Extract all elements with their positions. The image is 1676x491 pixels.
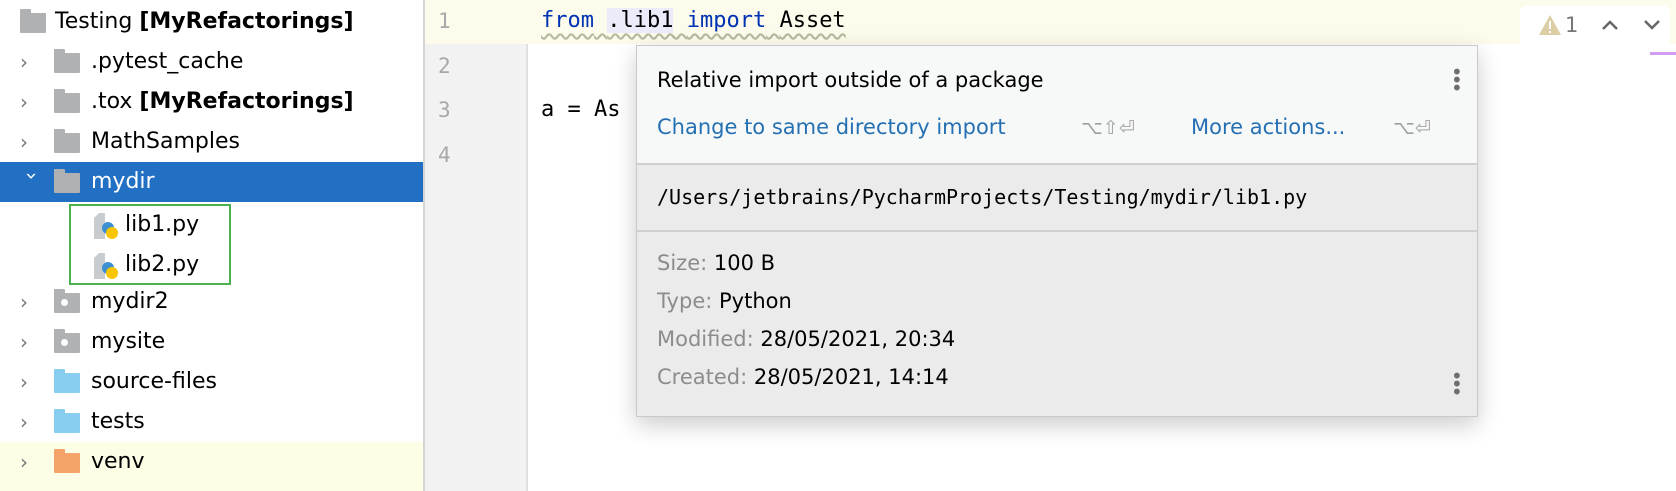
code-line-3[interactable]: a = As xyxy=(541,97,620,122)
chevron-right-icon[interactable]: › xyxy=(20,282,40,322)
chevron-right-icon[interactable]: › xyxy=(20,362,40,402)
tree-item-tox[interactable]: › .tox [MyRefactorings] xyxy=(0,82,423,122)
chevron-right-icon[interactable]: › xyxy=(20,42,40,82)
next-problem-icon[interactable] xyxy=(1642,18,1662,32)
tree-item-label: tests xyxy=(91,409,145,434)
more-options-icon[interactable]: • • • xyxy=(1451,62,1463,98)
tree-item-suffix: [MyRefactorings] xyxy=(139,89,354,114)
previous-problem-icon[interactable] xyxy=(1600,18,1620,32)
line-number: 2 xyxy=(438,54,451,78)
tree-item-tests[interactable]: › tests xyxy=(0,402,423,442)
tree-item-mydir[interactable]: › mydir xyxy=(0,162,423,202)
inspection-popup: Relative import outside of a package • • •… xyxy=(636,45,1478,417)
tree-item-mathsamples[interactable]: › MathSamples xyxy=(0,122,423,162)
chevron-right-icon[interactable]: › xyxy=(20,122,40,162)
tree-item-pytest-cache[interactable]: › .pytest_cache xyxy=(0,42,423,82)
tree-item-label: MathSamples xyxy=(91,129,240,154)
tree-item-label: .pytest_cache xyxy=(91,49,244,74)
quick-fix-shortcut: ⌥⇧⏎ xyxy=(1081,117,1135,139)
package-folder-icon xyxy=(54,329,80,353)
tree-item-label: source-files xyxy=(91,369,217,394)
source-folder-icon xyxy=(54,369,80,393)
chevron-down-icon[interactable]: › xyxy=(12,172,52,192)
tree-item-venv[interactable]: › venv xyxy=(0,442,423,491)
tree-item-source-files[interactable]: › source-files xyxy=(0,362,423,402)
problems-count: 1 xyxy=(1565,13,1579,37)
chevron-right-icon[interactable]: › xyxy=(20,322,40,362)
highlight-box xyxy=(69,204,231,285)
folder-icon xyxy=(54,129,80,153)
tree-item-label: venv xyxy=(91,449,145,474)
more-actions-shortcut: ⌥⏎ xyxy=(1393,117,1431,139)
chevron-right-icon[interactable]: › xyxy=(20,82,40,122)
type-row: Type: Python xyxy=(657,289,792,313)
more-options-icon[interactable]: • • • xyxy=(1451,366,1463,402)
folder-icon xyxy=(20,9,46,33)
warning-icon xyxy=(1539,15,1561,35)
line-number: 1 xyxy=(438,9,451,33)
tree-item-label: .tox xyxy=(91,89,133,114)
created-row: Created: 28/05/2021, 14:14 xyxy=(657,365,949,389)
project-tree: Testing [MyRefactorings] › .pytest_cache… xyxy=(0,0,425,491)
tree-item-suffix: [MyRefactorings] xyxy=(139,9,354,34)
scroll-marker xyxy=(1650,52,1676,55)
folder-icon xyxy=(54,89,80,113)
folder-icon xyxy=(54,49,80,73)
tree-item-mysite[interactable]: › mysite xyxy=(0,322,423,362)
file-path: /Users/jetbrains/PycharmProjects/Testing… xyxy=(657,185,1308,209)
test-folder-icon xyxy=(54,409,80,433)
tree-item-label: mydir xyxy=(91,169,155,194)
tree-item-mydir2[interactable]: › mydir2 xyxy=(0,282,423,322)
quick-fix-link[interactable]: Change to same directory import xyxy=(657,115,1006,139)
chevron-right-icon[interactable]: › xyxy=(20,442,40,482)
tree-item-label: mysite xyxy=(91,329,166,354)
tree-item-testing[interactable]: Testing [MyRefactorings] xyxy=(0,2,423,42)
tree-item-label: Testing xyxy=(55,9,133,34)
folder-icon xyxy=(54,169,80,193)
excluded-folder-icon xyxy=(54,449,80,473)
popup-header: Relative import outside of a package • • •… xyxy=(637,46,1477,165)
chevron-right-icon[interactable]: › xyxy=(20,402,40,442)
problems-widget[interactable]: 1 xyxy=(1520,6,1670,46)
modified-row: Modified: 28/05/2021, 20:34 xyxy=(657,327,956,351)
package-folder-icon xyxy=(54,289,80,313)
more-actions-link[interactable]: More actions... xyxy=(1191,115,1345,139)
line-number: 4 xyxy=(438,143,451,167)
tree-item-label: mydir2 xyxy=(91,289,169,314)
popup-title: Relative import outside of a package xyxy=(657,68,1044,92)
line-number: 3 xyxy=(438,98,451,122)
code-line-1[interactable]: from .lib1 import Asset xyxy=(541,8,846,33)
size-row: Size: 100 B xyxy=(657,251,776,275)
